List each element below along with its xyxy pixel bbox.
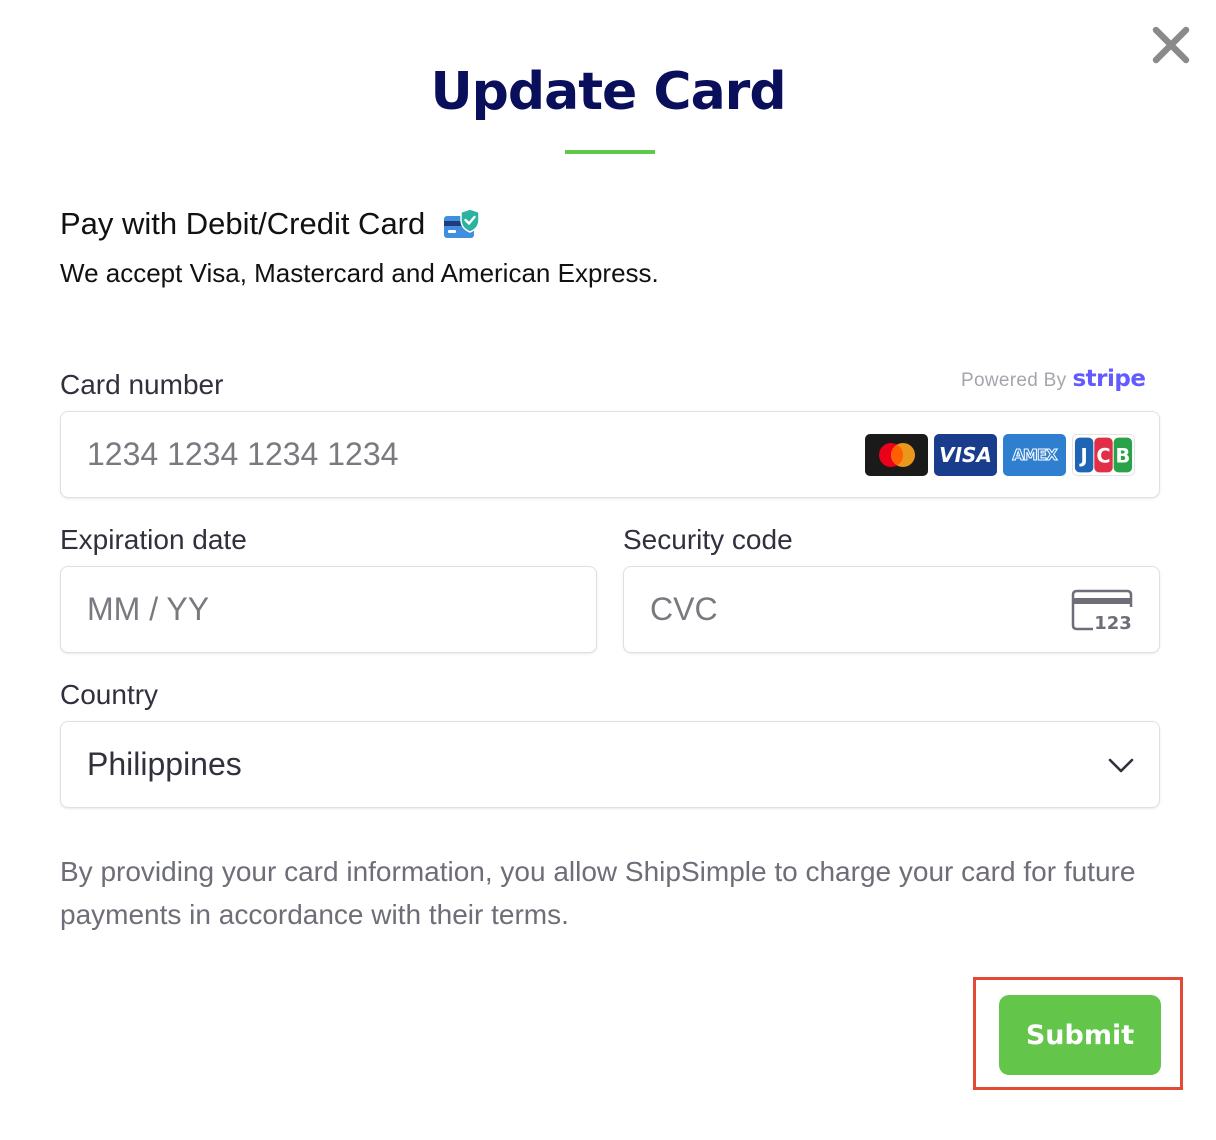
svg-text:B: B [1115,445,1130,468]
title-underline [565,150,655,154]
card-brand-icons: VISA AMEX J C B [865,434,1135,476]
svg-text:J: J [1079,445,1088,468]
visa-icon: VISA [934,434,997,476]
cvc-card-icon: 123 [1071,589,1133,633]
security-code-field: 123 [623,566,1160,653]
country-select[interactable]: Philippines [60,721,1160,808]
payment-heading-text: Pay with Debit/Credit Card [60,206,426,241]
powered-by-stripe: Powered By stripe [961,366,1146,392]
card-number-label: Card number [60,369,224,400]
payment-heading: Pay with Debit/Credit Card [60,206,481,242]
card-number-field: VISA AMEX J C B [60,411,1160,498]
country-label: Country [60,679,159,710]
dialog-title: Update Card [430,62,786,122]
chevron-down-icon [1108,758,1134,773]
expiration-date-field [60,566,597,653]
stripe-logo: stripe [1072,366,1146,392]
accepted-cards-text: We accept Visa, Mastercard and American … [60,258,659,288]
close-icon [1152,26,1190,64]
expiration-date-label: Expiration date [60,524,247,555]
country-value: Philippines [87,746,242,782]
amex-text: AMEX [1012,446,1058,465]
amex-icon: AMEX [1003,434,1066,476]
submit-button[interactable]: Submit [999,995,1161,1075]
close-button[interactable] [1150,24,1192,66]
visa-text: VISA [939,443,992,467]
cvc-icon-text: 123 [1094,613,1132,633]
mastercard-icon [865,434,928,476]
jcb-icon: J C B [1072,434,1135,476]
security-code-label: Security code [623,524,793,555]
terms-text: By providing your card information, you … [60,856,1136,930]
card-shield-icon [444,208,480,238]
expiration-date-input[interactable] [61,567,596,652]
svg-text:C: C [1096,445,1110,468]
powered-by-text: Powered By [961,370,1067,391]
